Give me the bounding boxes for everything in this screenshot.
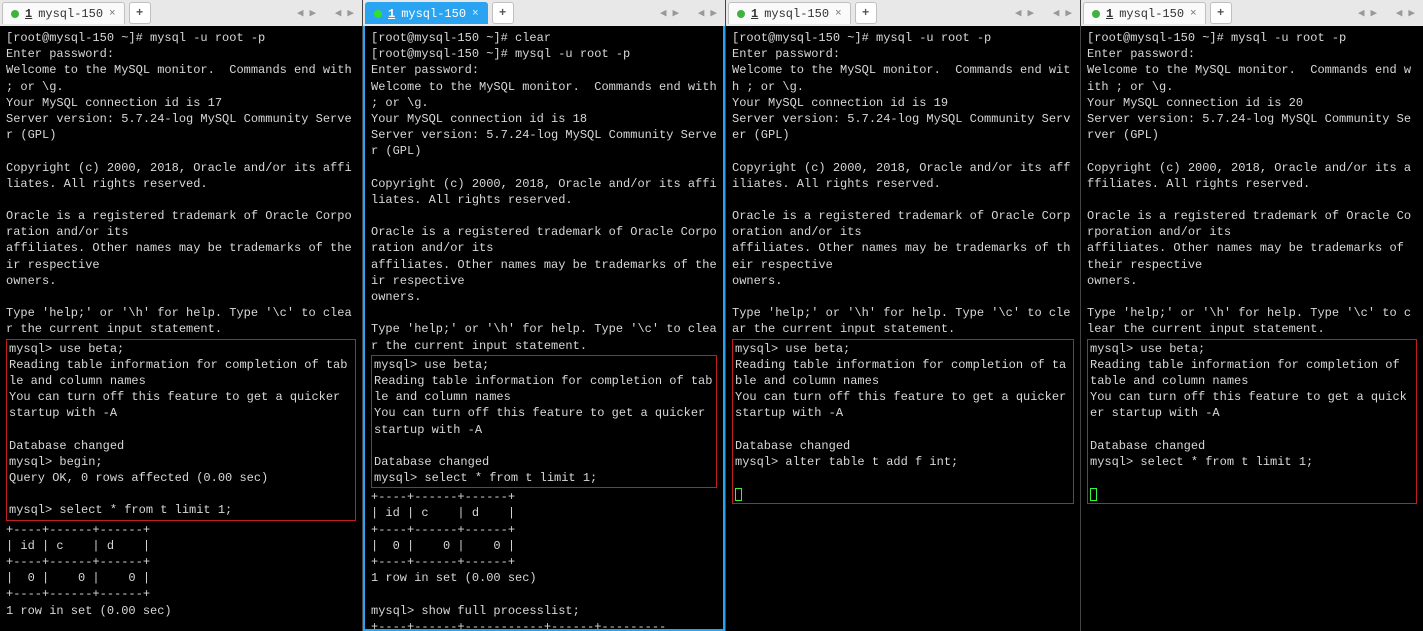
left-arrow-icon[interactable]: ◀ bbox=[1396, 6, 1403, 20]
right-arrow-icon[interactable]: ▶ bbox=[1408, 6, 1415, 20]
highlighted-region: mysql> use beta; Reading table informati… bbox=[371, 355, 717, 489]
terminal-pane-2: 1 mysql-150 × + ◀ ▶ ◀ ▶ [root@mysql-150 … bbox=[726, 0, 1081, 631]
separator bbox=[322, 6, 329, 20]
tab-nav-arrows: ◀ ▶ ◀ ▶ bbox=[297, 6, 360, 20]
close-icon[interactable]: × bbox=[1190, 8, 1197, 20]
tab-number: 1 bbox=[388, 7, 395, 21]
tab-nav-arrows: ◀ ▶ ◀ ▶ bbox=[1015, 6, 1078, 20]
tab-bar-3: 1 mysql-150 × + ◀ ▶ ◀ ▶ bbox=[1081, 0, 1423, 26]
left-arrow-icon[interactable]: ◀ bbox=[1015, 6, 1022, 20]
left-arrow-icon[interactable]: ◀ bbox=[1358, 6, 1365, 20]
tab-nav-arrows: ◀ ▶ ◀ ▶ bbox=[1358, 6, 1421, 20]
close-icon[interactable]: × bbox=[109, 8, 116, 20]
terminal-output-3[interactable]: [root@mysql-150 ~]# mysql -u root -p Ent… bbox=[1081, 26, 1423, 631]
terminal-pane-1: 1 mysql-150 × + ◀ ▶ ◀ ▶ [root@mysql-150 … bbox=[363, 0, 726, 631]
add-tab-button[interactable]: + bbox=[1210, 2, 1232, 24]
close-icon[interactable]: × bbox=[835, 8, 842, 20]
right-arrow-icon[interactable]: ▶ bbox=[1028, 6, 1035, 20]
terminal-output-1[interactable]: [root@mysql-150 ~]# clear [root@mysql-15… bbox=[363, 26, 725, 631]
terminal-pane-0: 1 mysql-150 × + ◀ ▶ ◀ ▶ [root@mysql-150 … bbox=[0, 0, 363, 631]
tab-number: 1 bbox=[751, 7, 758, 21]
tab-mysql-150-3[interactable]: 1 mysql-150 × bbox=[1083, 2, 1206, 24]
tab-number: 1 bbox=[1106, 7, 1113, 21]
terminal-post-text: +----+------+------+ | id | c | d | +---… bbox=[371, 489, 717, 631]
tab-mysql-150-0[interactable]: 1 mysql-150 × bbox=[2, 2, 125, 24]
terminal-output-2[interactable]: [root@mysql-150 ~]# mysql -u root -p Ent… bbox=[726, 26, 1080, 631]
cursor-icon bbox=[735, 488, 742, 501]
right-arrow-icon[interactable]: ▶ bbox=[710, 6, 717, 20]
tab-bar-1: 1 mysql-150 × + ◀ ▶ ◀ ▶ bbox=[363, 0, 725, 26]
highlighted-text: mysql> use beta; Reading table informati… bbox=[735, 341, 1071, 471]
tab-bar-2: 1 mysql-150 × + ◀ ▶ ◀ ▶ bbox=[726, 0, 1080, 26]
separator bbox=[1040, 6, 1047, 20]
terminal-pane-3: 1 mysql-150 × + ◀ ▶ ◀ ▶ [root@mysql-150 … bbox=[1081, 0, 1423, 631]
separator bbox=[685, 6, 692, 20]
terminal-post-text: +----+------+------+ | id | c | d | +---… bbox=[6, 522, 356, 631]
separator bbox=[1383, 6, 1390, 20]
status-dot-icon bbox=[1092, 10, 1100, 18]
add-tab-button[interactable]: + bbox=[129, 2, 151, 24]
tab-bar-0: 1 mysql-150 × + ◀ ▶ ◀ ▶ bbox=[0, 0, 362, 26]
pane-container: 1 mysql-150 × + ◀ ▶ ◀ ▶ [root@mysql-150 … bbox=[0, 0, 1423, 631]
cursor-icon bbox=[1090, 488, 1097, 501]
right-arrow-icon[interactable]: ▶ bbox=[1065, 6, 1072, 20]
left-arrow-icon[interactable]: ◀ bbox=[297, 6, 304, 20]
tab-mysql-150-2[interactable]: 1 mysql-150 × bbox=[728, 2, 851, 24]
status-dot-icon bbox=[11, 10, 19, 18]
tab-mysql-150-1[interactable]: 1 mysql-150 × bbox=[365, 2, 488, 24]
tab-title: mysql-150 bbox=[1119, 7, 1184, 21]
left-arrow-icon[interactable]: ◀ bbox=[335, 6, 342, 20]
tab-title: mysql-150 bbox=[764, 7, 829, 21]
right-arrow-icon[interactable]: ▶ bbox=[310, 6, 317, 20]
status-dot-icon bbox=[737, 10, 745, 18]
terminal-pre-text: [root@mysql-150 ~]# mysql -u root -p Ent… bbox=[1087, 30, 1417, 338]
left-arrow-icon[interactable]: ◀ bbox=[1053, 6, 1060, 20]
close-icon[interactable]: × bbox=[472, 8, 479, 20]
highlighted-region: mysql> use beta; Reading table informati… bbox=[1087, 339, 1417, 505]
left-arrow-icon[interactable]: ◀ bbox=[660, 6, 667, 20]
add-tab-button[interactable]: + bbox=[492, 2, 514, 24]
highlighted-text: mysql> use beta; Reading table informati… bbox=[374, 357, 714, 487]
highlighted-region: mysql> use beta; Reading table informati… bbox=[6, 339, 356, 521]
terminal-pre-text: [root@mysql-150 ~]# clear [root@mysql-15… bbox=[371, 30, 717, 354]
tab-title: mysql-150 bbox=[38, 7, 103, 21]
terminal-pre-text: [root@mysql-150 ~]# mysql -u root -p Ent… bbox=[732, 30, 1074, 338]
status-dot-icon bbox=[374, 10, 382, 18]
terminal-output-0[interactable]: [root@mysql-150 ~]# mysql -u root -p Ent… bbox=[0, 26, 362, 631]
highlighted-text: mysql> use beta; Reading table informati… bbox=[9, 341, 353, 519]
tab-nav-arrows: ◀ ▶ ◀ ▶ bbox=[660, 6, 723, 20]
right-arrow-icon[interactable]: ▶ bbox=[347, 6, 354, 20]
right-arrow-icon[interactable]: ▶ bbox=[1371, 6, 1378, 20]
tab-title: mysql-150 bbox=[401, 7, 466, 21]
terminal-pre-text: [root@mysql-150 ~]# mysql -u root -p Ent… bbox=[6, 30, 356, 338]
right-arrow-icon[interactable]: ▶ bbox=[673, 6, 680, 20]
add-tab-button[interactable]: + bbox=[855, 2, 877, 24]
highlighted-text: mysql> use beta; Reading table informati… bbox=[1090, 341, 1414, 471]
highlighted-region: mysql> use beta; Reading table informati… bbox=[732, 339, 1074, 505]
tab-number: 1 bbox=[25, 7, 32, 21]
left-arrow-icon[interactable]: ◀ bbox=[698, 6, 705, 20]
